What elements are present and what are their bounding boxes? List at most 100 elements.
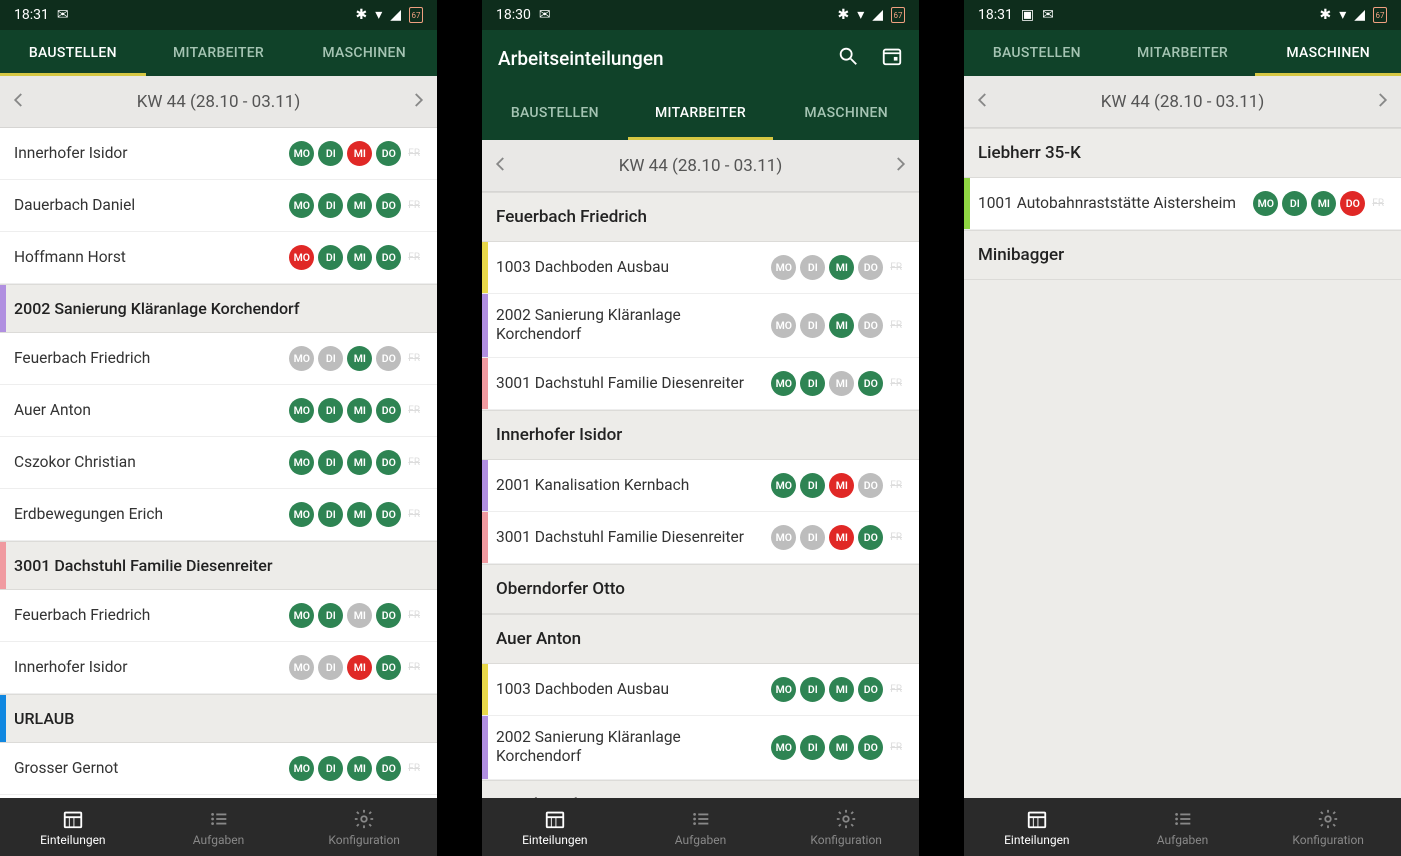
search-icon[interactable] bbox=[837, 45, 859, 71]
nav-aufgaben[interactable]: Aufgaben bbox=[1110, 798, 1256, 856]
assignment-list[interactable]: Liebherr 35-K1001 Autobahnraststätte Ais… bbox=[964, 128, 1401, 798]
tab-mitarbeiter[interactable]: MITARBEITER bbox=[628, 86, 774, 140]
week-prev[interactable] bbox=[974, 88, 992, 116]
list-item[interactable]: Innerhofer IsidorMODIMIDOFR bbox=[0, 642, 437, 694]
tab-maschinen[interactable]: MASCHINEN bbox=[773, 86, 919, 140]
row-label: Innerhofer Isidor bbox=[14, 658, 289, 677]
calendar-grid-icon bbox=[544, 808, 566, 830]
row-label: Erdbewegungen Erich bbox=[14, 505, 289, 524]
nav-aufgaben[interactable]: Aufgaben bbox=[628, 798, 774, 856]
day-chips: MODIMIDOFR bbox=[289, 398, 423, 423]
bluetooth-icon: ✱ bbox=[1319, 7, 1331, 23]
list-item[interactable]: 1003 Dachboden AusbauMODIMIDOFR bbox=[482, 664, 919, 716]
week-next[interactable] bbox=[409, 88, 427, 116]
section-header[interactable]: Liebherr 35-K bbox=[964, 128, 1401, 178]
nav-label: Aufgaben bbox=[193, 833, 244, 847]
list-item[interactable]: Hoffmann HorstMODIMIDOFR bbox=[0, 232, 437, 284]
nav-konfiguration[interactable]: Konfiguration bbox=[773, 798, 919, 856]
week-prev[interactable] bbox=[10, 88, 28, 116]
section-header[interactable]: Minibagger bbox=[964, 230, 1401, 280]
tab-mitarbeiter[interactable]: MITARBEITER bbox=[146, 30, 292, 76]
week-next[interactable] bbox=[1373, 88, 1391, 116]
row-label: Feuerbach Friedrich bbox=[14, 606, 289, 625]
day-chip: MI bbox=[1311, 191, 1336, 216]
day-faint: FR bbox=[887, 684, 905, 695]
section-header[interactable]: Cszokor Christian bbox=[482, 780, 919, 799]
calendar-icon[interactable] bbox=[881, 45, 903, 71]
bottom-nav: Einteilungen Aufgaben Konfiguration bbox=[0, 798, 437, 856]
day-chip: DO bbox=[376, 245, 401, 270]
calendar-grid-icon bbox=[62, 808, 84, 830]
day-chip: MO bbox=[771, 255, 796, 280]
day-chip: MI bbox=[347, 346, 372, 371]
row-label: Cszokor Christian bbox=[14, 453, 289, 472]
tab-maschinen[interactable]: MASCHINEN bbox=[1255, 30, 1401, 76]
list-item[interactable]: Grosser GernotMODIMIDOFR bbox=[0, 743, 437, 795]
tab-baustellen[interactable]: BAUSTELLEN bbox=[964, 30, 1110, 76]
list-item[interactable]: 1001 Autobahnraststätte AistersheimMODIM… bbox=[964, 178, 1401, 230]
row-label: 1003 Dachboden Ausbau bbox=[496, 680, 771, 699]
list-item[interactable]: Auer AntonMODIMIDOFR bbox=[0, 385, 437, 437]
day-chip: DI bbox=[318, 346, 343, 371]
week-prev[interactable] bbox=[492, 152, 510, 180]
nav-einteilungen[interactable]: Einteilungen bbox=[964, 798, 1110, 856]
day-faint: FR bbox=[405, 148, 423, 159]
day-chip: MI bbox=[829, 735, 854, 760]
status-time: 18:30 bbox=[496, 7, 531, 23]
day-faint: FR bbox=[1369, 198, 1387, 209]
mail-icon: ✉ bbox=[1042, 7, 1054, 23]
assignment-list[interactable]: Innerhofer IsidorMODIMIDOFRDauerbach Dan… bbox=[0, 128, 437, 798]
tab-baustellen[interactable]: BAUSTELLEN bbox=[0, 30, 146, 76]
list-item[interactable]: 3001 Dachstuhl Familie DiesenreiterMODIM… bbox=[482, 358, 919, 410]
section-header[interactable]: 2002 Sanierung Kläranlage Korchendorf bbox=[0, 284, 437, 333]
section-header[interactable]: Feuerbach Friedrich bbox=[482, 192, 919, 242]
tab-maschinen[interactable]: MASCHINEN bbox=[291, 30, 437, 76]
day-chips: MODIMIDOFR bbox=[289, 655, 423, 680]
day-chip: MO bbox=[289, 756, 314, 781]
day-chip: MO bbox=[289, 603, 314, 628]
nav-konfiguration[interactable]: Konfiguration bbox=[1255, 798, 1401, 856]
assignment-list[interactable]: Feuerbach Friedrich1003 Dachboden Ausbau… bbox=[482, 192, 919, 798]
day-faint: FR bbox=[887, 320, 905, 331]
signal-icon: ◢ bbox=[390, 7, 401, 23]
bottom-nav: Einteilungen Aufgaben Konfiguration bbox=[482, 798, 919, 856]
day-faint: FR bbox=[405, 610, 423, 621]
section-header[interactable]: 3001 Dachstuhl Familie Diesenreiter bbox=[0, 541, 437, 590]
section-header[interactable]: Auer Anton bbox=[482, 614, 919, 664]
nav-konfiguration[interactable]: Konfiguration bbox=[291, 798, 437, 856]
wifi-icon: ▾ bbox=[1339, 7, 1346, 23]
day-chips: MODIMIDOFR bbox=[289, 603, 423, 628]
wifi-icon: ▾ bbox=[857, 7, 864, 23]
day-faint: FR bbox=[405, 457, 423, 468]
nav-einteilungen[interactable]: Einteilungen bbox=[0, 798, 146, 856]
list-item[interactable]: 2002 Sanierung Kläranlage KorchendorfMOD… bbox=[482, 294, 919, 358]
list-item[interactable]: Feuerbach FriedrichMODIMIDOFR bbox=[0, 333, 437, 385]
day-chip: MI bbox=[829, 313, 854, 338]
list-item[interactable]: Innerhofer IsidorMODIMIDOFR bbox=[0, 128, 437, 180]
list-item[interactable]: 3001 Dachstuhl Familie DiesenreiterMODIM… bbox=[482, 512, 919, 564]
list-item[interactable]: Cszokor ChristianMODIMIDOFR bbox=[0, 437, 437, 489]
section-header[interactable]: Innerhofer Isidor bbox=[482, 410, 919, 460]
day-chip: DO bbox=[376, 346, 401, 371]
day-chip: MO bbox=[289, 141, 314, 166]
day-chip: DI bbox=[318, 141, 343, 166]
list-item[interactable]: Dauerbach DanielMODIMIDOFR bbox=[0, 180, 437, 232]
day-chips: MODIMIDOFR bbox=[771, 313, 905, 338]
section-header[interactable]: Oberndorfer Otto bbox=[482, 564, 919, 614]
day-faint: FR bbox=[405, 662, 423, 673]
phone-maschinen: 18:31 ▣ ✉ ✱ ▾ ◢ 67 BAUSTELLEN MITARBEITE… bbox=[964, 0, 1401, 856]
nav-aufgaben[interactable]: Aufgaben bbox=[146, 798, 292, 856]
status-time: 18:31 bbox=[978, 7, 1013, 23]
section-header[interactable]: URLAUB bbox=[0, 694, 437, 743]
list-item[interactable]: Erdbewegungen ErichMODIMIDOFR bbox=[0, 489, 437, 541]
list-item[interactable]: 2002 Sanierung Kläranlage KorchendorfMOD… bbox=[482, 716, 919, 780]
list-item[interactable]: 2001 Kanalisation KernbachMODIMIDOFR bbox=[482, 460, 919, 512]
tab-mitarbeiter[interactable]: MITARBEITER bbox=[1110, 30, 1256, 76]
day-chip: DO bbox=[858, 473, 883, 498]
week-next[interactable] bbox=[891, 152, 909, 180]
list-item[interactable]: Feuerbach FriedrichMODIMIDOFR bbox=[0, 590, 437, 642]
tab-baustellen[interactable]: BAUSTELLEN bbox=[482, 86, 628, 140]
day-chip: MO bbox=[289, 193, 314, 218]
list-item[interactable]: 1003 Dachboden AusbauMODIMIDOFR bbox=[482, 242, 919, 294]
nav-einteilungen[interactable]: Einteilungen bbox=[482, 798, 628, 856]
